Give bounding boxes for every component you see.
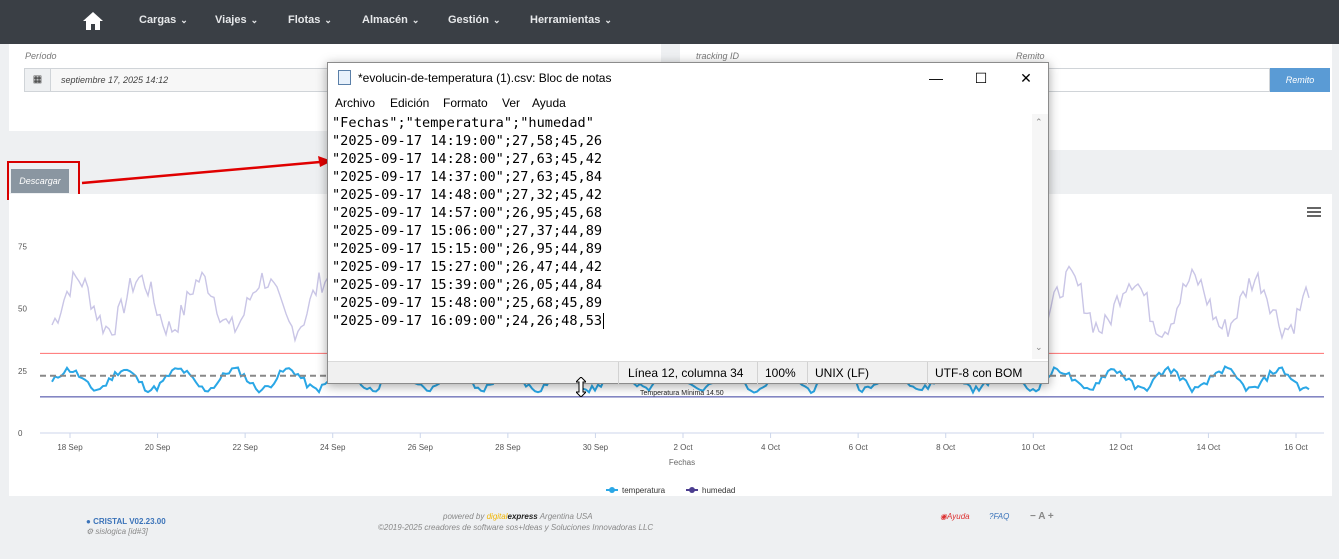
x-tick-label: 22 Sep — [232, 443, 258, 452]
legend-label: temperatura — [622, 486, 666, 495]
x-tick-label: 16 Oct — [1284, 443, 1308, 452]
version-label: ● CRISTAL V02.23.00 — [86, 517, 166, 526]
chevron-down-icon: ⌄ — [180, 15, 188, 25]
x-tick-label: 8 Oct — [936, 443, 956, 452]
chevron-down-icon: ⌄ — [324, 15, 332, 25]
tracking-id-label: tracking ID — [696, 51, 740, 61]
notepad-line: "2025-09-17 14:57:00";26,95;45,68 — [332, 205, 603, 221]
x-axis-title: Fechas — [669, 458, 695, 467]
x-tick-label: 4 Oct — [761, 443, 781, 452]
x-tick-label: 10 Oct — [1021, 443, 1045, 452]
notepad-line: "Fechas";"temperatura";"humedad" — [332, 115, 594, 131]
help-link[interactable]: ◉Ayuda — [940, 512, 970, 521]
x-tick-label: 2 Oct — [673, 443, 693, 452]
copyright: ©2019-2025 creadores de software sos+Ide… — [378, 523, 654, 532]
nav-item-gestion[interactable]: Gestión ⌄ — [448, 14, 501, 26]
text-caret — [603, 313, 613, 329]
notepad-text-area[interactable]: "Fechas";"temperatura";"humedad" "2025-09… — [332, 114, 1032, 359]
legend-marker — [689, 487, 695, 493]
x-tick-label: 28 Sep — [495, 443, 521, 452]
notepad-line: "2025-09-17 15:27:00";26,47;44,42 — [332, 259, 603, 275]
notepad-titlebar[interactable]: *evolucin-de-temperatura (1).csv: Bloc d… — [328, 63, 1048, 93]
x-tick-label: 18 Sep — [57, 443, 83, 452]
resize-cursor-icon — [576, 377, 586, 397]
notepad-line: "2025-09-17 15:48:00";25,68;45,89 — [332, 295, 603, 311]
plot-line-label: Temperatura Mínima 14.50 — [640, 390, 724, 397]
notepad-line: "2025-09-17 14:37:00";27,63;45,84 — [332, 169, 603, 185]
menu-formato[interactable]: Formato — [443, 96, 488, 110]
notepad-statusbar: Línea 12, columna 34 100% UNIX (LF) UTF-… — [328, 361, 1048, 384]
home-icon[interactable] — [82, 10, 104, 32]
nav-item-viajes[interactable]: Viajes ⌄ — [215, 14, 258, 26]
remito-button[interactable]: Remito — [1270, 68, 1330, 92]
x-tick-label: 6 Oct — [849, 443, 869, 452]
x-tick-label: 26 Sep — [408, 443, 434, 452]
notepad-line: "2025-09-17 15:06:00";27,37;44,89 — [332, 223, 603, 239]
chevron-down-icon: ⌄ — [492, 15, 501, 25]
status-zoom: 100% — [765, 366, 796, 380]
legend-label: humedad — [702, 486, 735, 495]
menu-archivo[interactable]: Archivo — [335, 96, 375, 110]
user-label: ⚙ sislogica [id#3] — [86, 527, 148, 536]
calendar-icon[interactable]: ▦ — [25, 69, 51, 91]
remito-input[interactable] — [1048, 68, 1270, 92]
x-tick-label: 24 Sep — [320, 443, 346, 452]
x-tick-label: 14 Oct — [1197, 443, 1221, 452]
y-tick-label: 50 — [18, 305, 27, 314]
x-tick-label: 30 Sep — [583, 443, 609, 452]
notepad-line: "2025-09-17 16:09:00";24,26;48,53 — [332, 312, 1032, 330]
scroll-down-icon[interactable]: ⌄ — [1035, 342, 1043, 353]
maximize-button[interactable]: ☐ — [958, 63, 1004, 93]
y-tick-label: 0 — [18, 429, 23, 438]
notepad-line: "2025-09-17 15:15:00";26,95;44,89 — [332, 241, 603, 257]
notepad-menubar: Archivo Edición Formato Ver Ayuda — [328, 93, 1048, 113]
status-position: Línea 12, columna 34 — [628, 366, 744, 380]
annotation-arrow — [81, 156, 332, 185]
legend-marker — [609, 487, 615, 493]
chevron-down-icon: ⌄ — [250, 15, 259, 25]
periodo-value: septiembre 17, 2025 14:12 — [61, 75, 169, 85]
menu-ver[interactable]: Ver — [502, 96, 520, 110]
font-size-controls[interactable]: − A + — [1030, 511, 1054, 522]
y-tick-label: 75 — [18, 242, 27, 251]
scroll-up-icon[interactable]: ⌃ — [1035, 117, 1043, 128]
y-tick-label: 25 — [18, 367, 27, 376]
notepad-icon — [338, 70, 351, 85]
nav-item-flotas[interactable]: Flotas ⌄ — [288, 14, 332, 26]
faq-link[interactable]: ?FAQ — [989, 512, 1009, 521]
notepad-line: "2025-09-17 15:39:00";26,05;44,84 — [332, 277, 603, 293]
powered-by: powered by digitalexpress Argentina USA — [443, 512, 593, 521]
nav-item-herramientas[interactable]: Herramientas ⌄ — [530, 14, 612, 26]
menu-ayuda[interactable]: Ayuda — [532, 96, 566, 110]
nav-item-cargas[interactable]: Cargas ⌄ — [139, 14, 188, 26]
status-encoding: UTF-8 con BOM — [935, 366, 1023, 380]
notepad-window[interactable]: *evolucin-de-temperatura (1).csv: Bloc d… — [327, 62, 1049, 384]
menu-edicion[interactable]: Edición — [390, 96, 429, 110]
notepad-line: "2025-09-17 14:28:00";27,63;45,42 — [332, 151, 603, 167]
nav-item-almacen[interactable]: Almacén ⌄ — [362, 14, 419, 26]
periodo-label: Período — [25, 51, 57, 61]
close-button[interactable]: ✕ — [1003, 63, 1049, 93]
chevron-down-icon: ⌄ — [411, 15, 420, 25]
notepad-line: "2025-09-17 14:48:00";27,32;45,42 — [332, 187, 603, 203]
notepad-title: *evolucin-de-temperatura (1).csv: Bloc d… — [358, 71, 612, 85]
x-tick-label: 20 Sep — [145, 443, 171, 452]
status-eol: UNIX (LF) — [815, 366, 869, 380]
page-root: Cargas ⌄ Viajes ⌄ Flotas ⌄ Almacén ⌄ Gestión… — [0, 0, 1339, 559]
remito-label: Remito — [1016, 51, 1045, 61]
chevron-down-icon: ⌄ — [604, 15, 612, 25]
periodo-date-field[interactable]: ▦ septiembre 17, 2025 14:12 — [24, 68, 334, 92]
notepad-line: "2025-09-17 14:19:00";27,58;45,26 — [332, 133, 603, 149]
top-navbar: Cargas ⌄ Viajes ⌄ Flotas ⌄ Almacén ⌄ Gestión… — [0, 0, 1339, 44]
x-tick-label: 12 Oct — [1109, 443, 1133, 452]
vertical-scrollbar[interactable]: ⌃ ⌄ — [1032, 114, 1048, 359]
minimize-button[interactable]: — — [913, 63, 959, 93]
footer: ● CRISTAL V02.23.00 ⚙ sislogica [id#3] p… — [0, 496, 1339, 559]
